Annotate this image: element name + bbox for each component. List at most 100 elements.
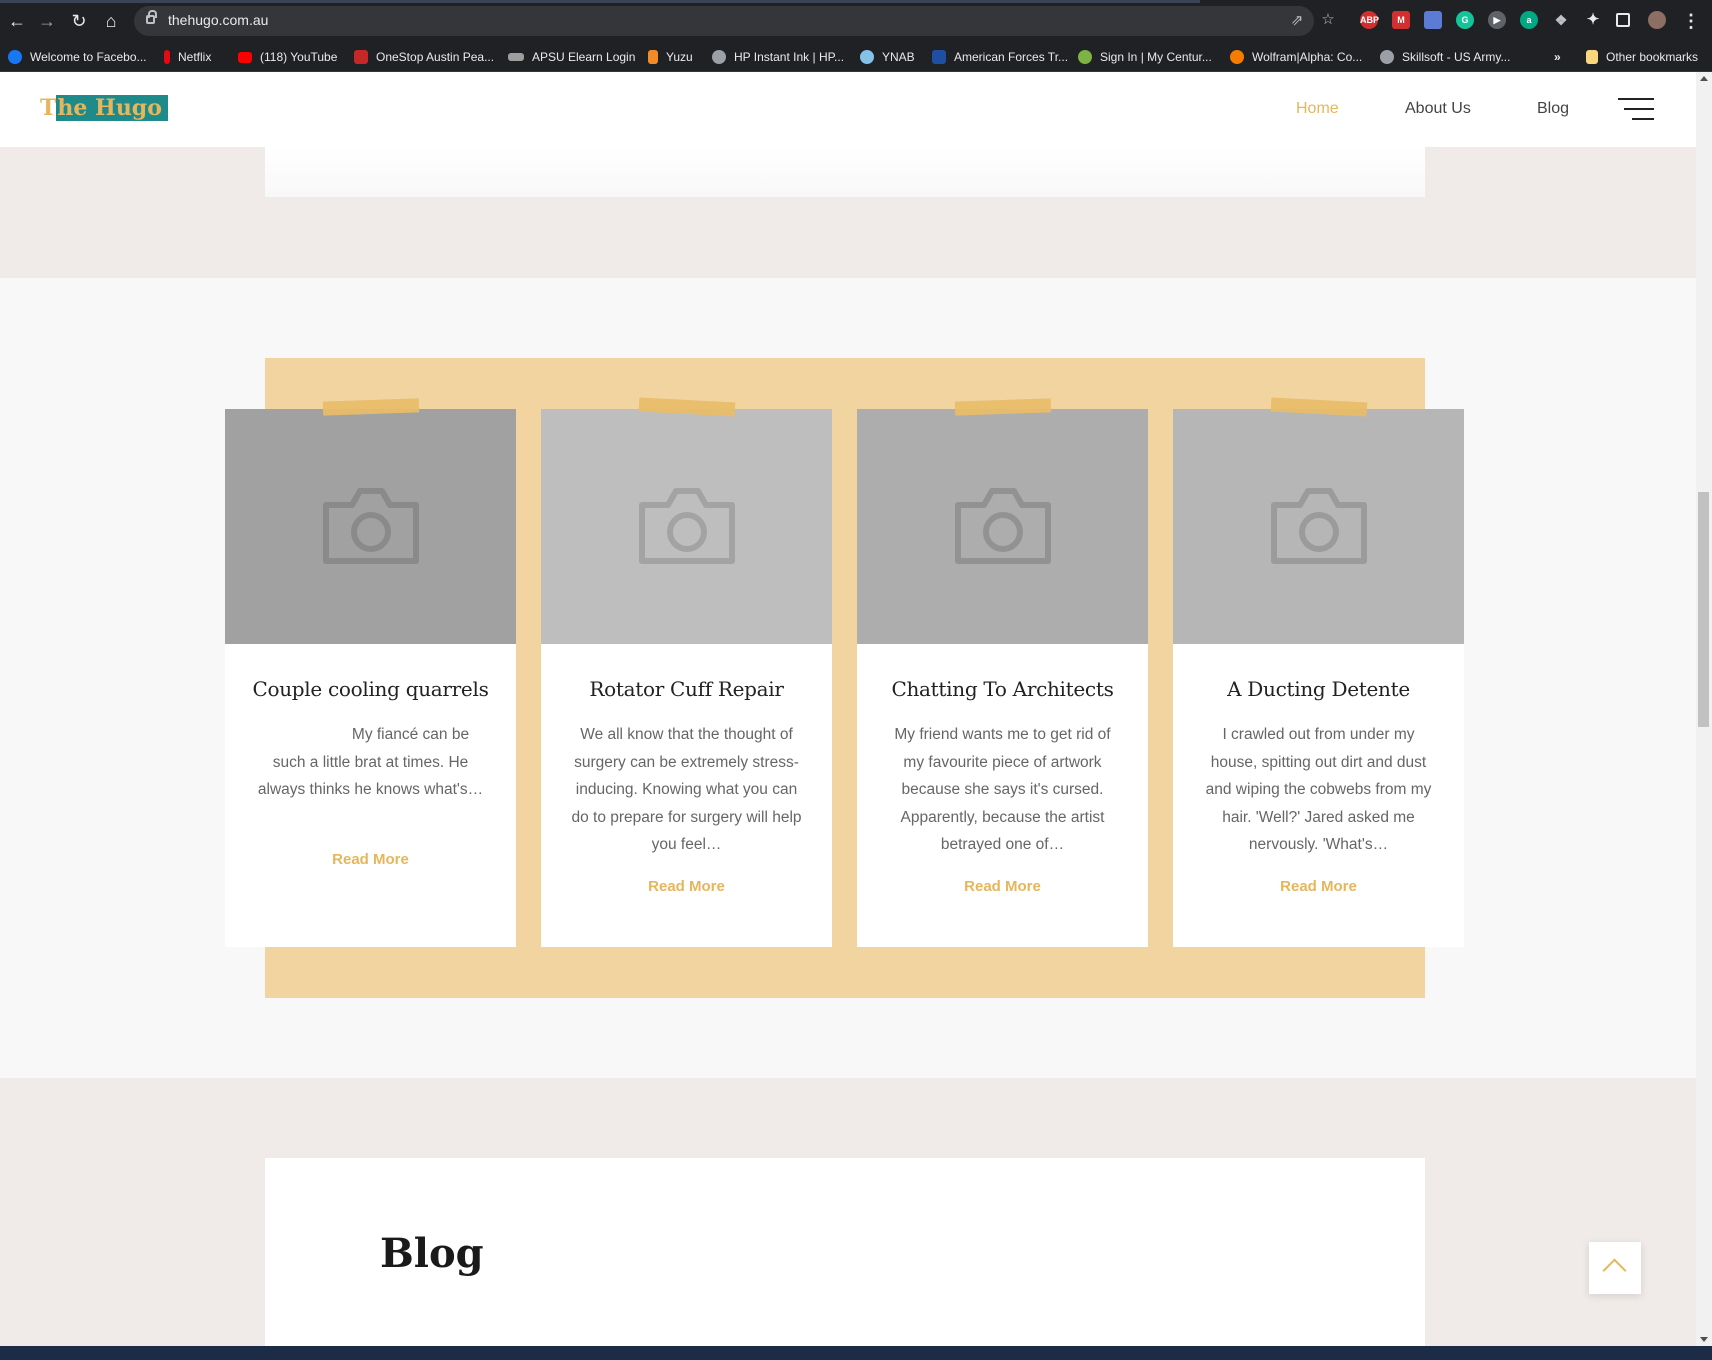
bookmark-netflix[interactable]: Netflix: [164, 48, 211, 66]
post-image-placeholder[interactable]: [857, 409, 1148, 644]
read-more-link[interactable]: Read More: [541, 878, 832, 895]
globe-icon: [712, 50, 726, 64]
grammarly-extension-icon[interactable]: G: [1456, 11, 1474, 29]
hamburger-menu-icon[interactable]: [1618, 98, 1654, 120]
blog-title-text: Blog: [380, 1230, 484, 1277]
camera-icon: [955, 488, 1051, 564]
reload-icon[interactable]: ↻: [68, 10, 90, 32]
bookmark-american-forces[interactable]: American Forces Tr...: [932, 48, 1068, 66]
os-taskbar: [0, 1346, 1712, 1360]
profile-avatar-icon[interactable]: [1648, 11, 1666, 29]
ynab-icon: [860, 50, 874, 64]
bookmark-label: Skillsoft - US Army...: [1402, 50, 1511, 64]
bookmark-apsu-elearn[interactable]: APSU Elearn Login: [508, 48, 635, 66]
bookmark-label: HP Instant Ink | HP...: [734, 50, 845, 64]
camera-extension-icon[interactable]: [1424, 11, 1442, 29]
back-arrow-icon[interactable]: ←: [6, 10, 28, 32]
read-more-link[interactable]: Read More: [225, 851, 516, 868]
nav-home-link[interactable]: Home: [1296, 100, 1339, 118]
forward-arrow-icon[interactable]: →: [36, 10, 58, 32]
century-icon: [1078, 50, 1092, 64]
facebook-icon: [8, 50, 22, 64]
bookmarks-bar: Welcome to Facebo... Netflix (118) YouTu…: [0, 42, 1712, 72]
gmail-extension-icon[interactable]: M: [1392, 11, 1410, 29]
camera-icon: [639, 488, 735, 564]
kebab-menu-icon[interactable]: ⋮: [1680, 10, 1702, 32]
blog-section-title: Blog: [380, 1230, 488, 1277]
play-extension-icon[interactable]: ▶: [1488, 11, 1506, 29]
bookmark-label: OneStop Austin Pea...: [376, 50, 495, 64]
bookmark-hp-instant-ink[interactable]: HP Instant Ink | HP...: [712, 48, 844, 66]
lock-icon: [146, 10, 157, 24]
netflix-icon: [164, 50, 170, 64]
post-title[interactable]: Chatting To Architects: [857, 677, 1148, 701]
bookmark-facebook[interactable]: Welcome to Facebo...: [8, 48, 147, 66]
bookmark-label: American Forces Tr...: [954, 50, 1069, 64]
other-bookmarks-folder[interactable]: Other bookmarks: [1586, 48, 1698, 66]
camera-icon: [323, 488, 419, 564]
post-card[interactable]: Rotator Cuff Repair We all know that the…: [541, 397, 832, 947]
side-panel-icon[interactable]: [1616, 13, 1630, 27]
dropbox-extension-icon[interactable]: ❖: [1552, 11, 1570, 29]
page-viewport: The Hugo Home About Us Blog Couple cooli…: [0, 72, 1696, 1346]
bookmark-onestop[interactable]: OneStop Austin Pea...: [354, 48, 494, 66]
post-card[interactable]: A Ducting Detente I crawled out from und…: [1173, 397, 1464, 947]
logo-prefix: T: [40, 95, 57, 121]
adblock-extension-icon[interactable]: ABP: [1360, 11, 1379, 29]
bookmark-label: YNAB: [882, 50, 915, 64]
address-bar[interactable]: thehugo.com.au: [134, 6, 1314, 36]
apsu-icon: [354, 50, 368, 64]
address-bar-url[interactable]: thehugo.com.au: [168, 12, 268, 28]
site-logo[interactable]: The Hugo: [40, 94, 174, 123]
bookmark-wolfram[interactable]: Wolfram|Alpha: Co...: [1230, 48, 1362, 66]
post-excerpt: I crawled out from under my house, spitt…: [1205, 726, 1432, 853]
page-scrollbar[interactable]: [1696, 72, 1712, 1346]
post-card[interactable]: Couple cooling quarrels My fiancé can be…: [225, 398, 516, 947]
bookmark-label: Welcome to Facebo...: [30, 50, 147, 64]
bookmark-label: (118) YouTube: [260, 50, 338, 64]
a-extension-icon[interactable]: a: [1520, 11, 1538, 29]
bookmark-label: Other bookmarks: [1606, 50, 1699, 64]
youtube-icon: [238, 51, 252, 63]
bookmark-ynab[interactable]: YNAB: [860, 48, 915, 66]
post-title[interactable]: A Ducting Detente: [1173, 677, 1464, 701]
folder-icon: [1586, 50, 1598, 64]
camera-icon: [1271, 488, 1367, 564]
scroll-up-arrow-icon[interactable]: [1700, 76, 1708, 81]
d2l-icon: [508, 53, 524, 61]
bookmark-label: APSU Elearn Login: [532, 50, 636, 64]
american-forces-icon: [932, 50, 946, 64]
wolfram-icon: [1230, 50, 1244, 64]
share-icon[interactable]: ⇗: [1289, 13, 1305, 29]
globe-icon: [1380, 50, 1394, 64]
post-title[interactable]: Couple cooling quarrels: [225, 677, 516, 701]
home-icon[interactable]: ⌂: [100, 10, 122, 32]
post-excerpt: My fiancé can be such a little brat at t…: [257, 726, 484, 798]
bookmark-label: Wolfram|Alpha: Co...: [1252, 50, 1363, 64]
more-bookmarks-chevron[interactable]: »: [1554, 48, 1561, 66]
previous-section-card: [265, 147, 1425, 197]
bookmark-yuzu[interactable]: Yuzu: [648, 48, 693, 66]
post-excerpt: My friend wants me to get rid of my favo…: [894, 726, 1111, 853]
post-image-placeholder[interactable]: [541, 409, 832, 644]
scrollbar-thumb[interactable]: [1698, 492, 1709, 727]
logo-highlight: he Hugo: [56, 95, 168, 121]
nav-about-us-link[interactable]: About Us: [1405, 100, 1471, 118]
puzzle-extensions-icon[interactable]: ✦: [1584, 11, 1602, 29]
star-bookmark-icon[interactable]: ☆: [1320, 12, 1336, 28]
nav-blog-link[interactable]: Blog: [1537, 100, 1569, 118]
post-image-placeholder[interactable]: [1173, 409, 1464, 644]
scroll-to-top-button[interactable]: [1589, 1242, 1641, 1294]
bookmark-youtube[interactable]: (118) YouTube: [238, 48, 337, 66]
bookmark-skillsoft[interactable]: Skillsoft - US Army...: [1380, 48, 1510, 66]
bookmark-label: Yuzu: [666, 50, 693, 64]
bookmark-label: Netflix: [178, 50, 212, 64]
post-title[interactable]: Rotator Cuff Repair: [541, 677, 832, 701]
post-card[interactable]: Chatting To Architects My friend wants m…: [857, 398, 1148, 947]
post-excerpt: We all know that the thought of surgery …: [571, 726, 802, 853]
read-more-link[interactable]: Read More: [857, 878, 1148, 895]
scroll-down-arrow-icon[interactable]: [1700, 1337, 1708, 1342]
post-image-placeholder[interactable]: [225, 409, 516, 644]
read-more-link[interactable]: Read More: [1173, 878, 1464, 895]
bookmark-century[interactable]: Sign In | My Centur...: [1078, 48, 1212, 66]
